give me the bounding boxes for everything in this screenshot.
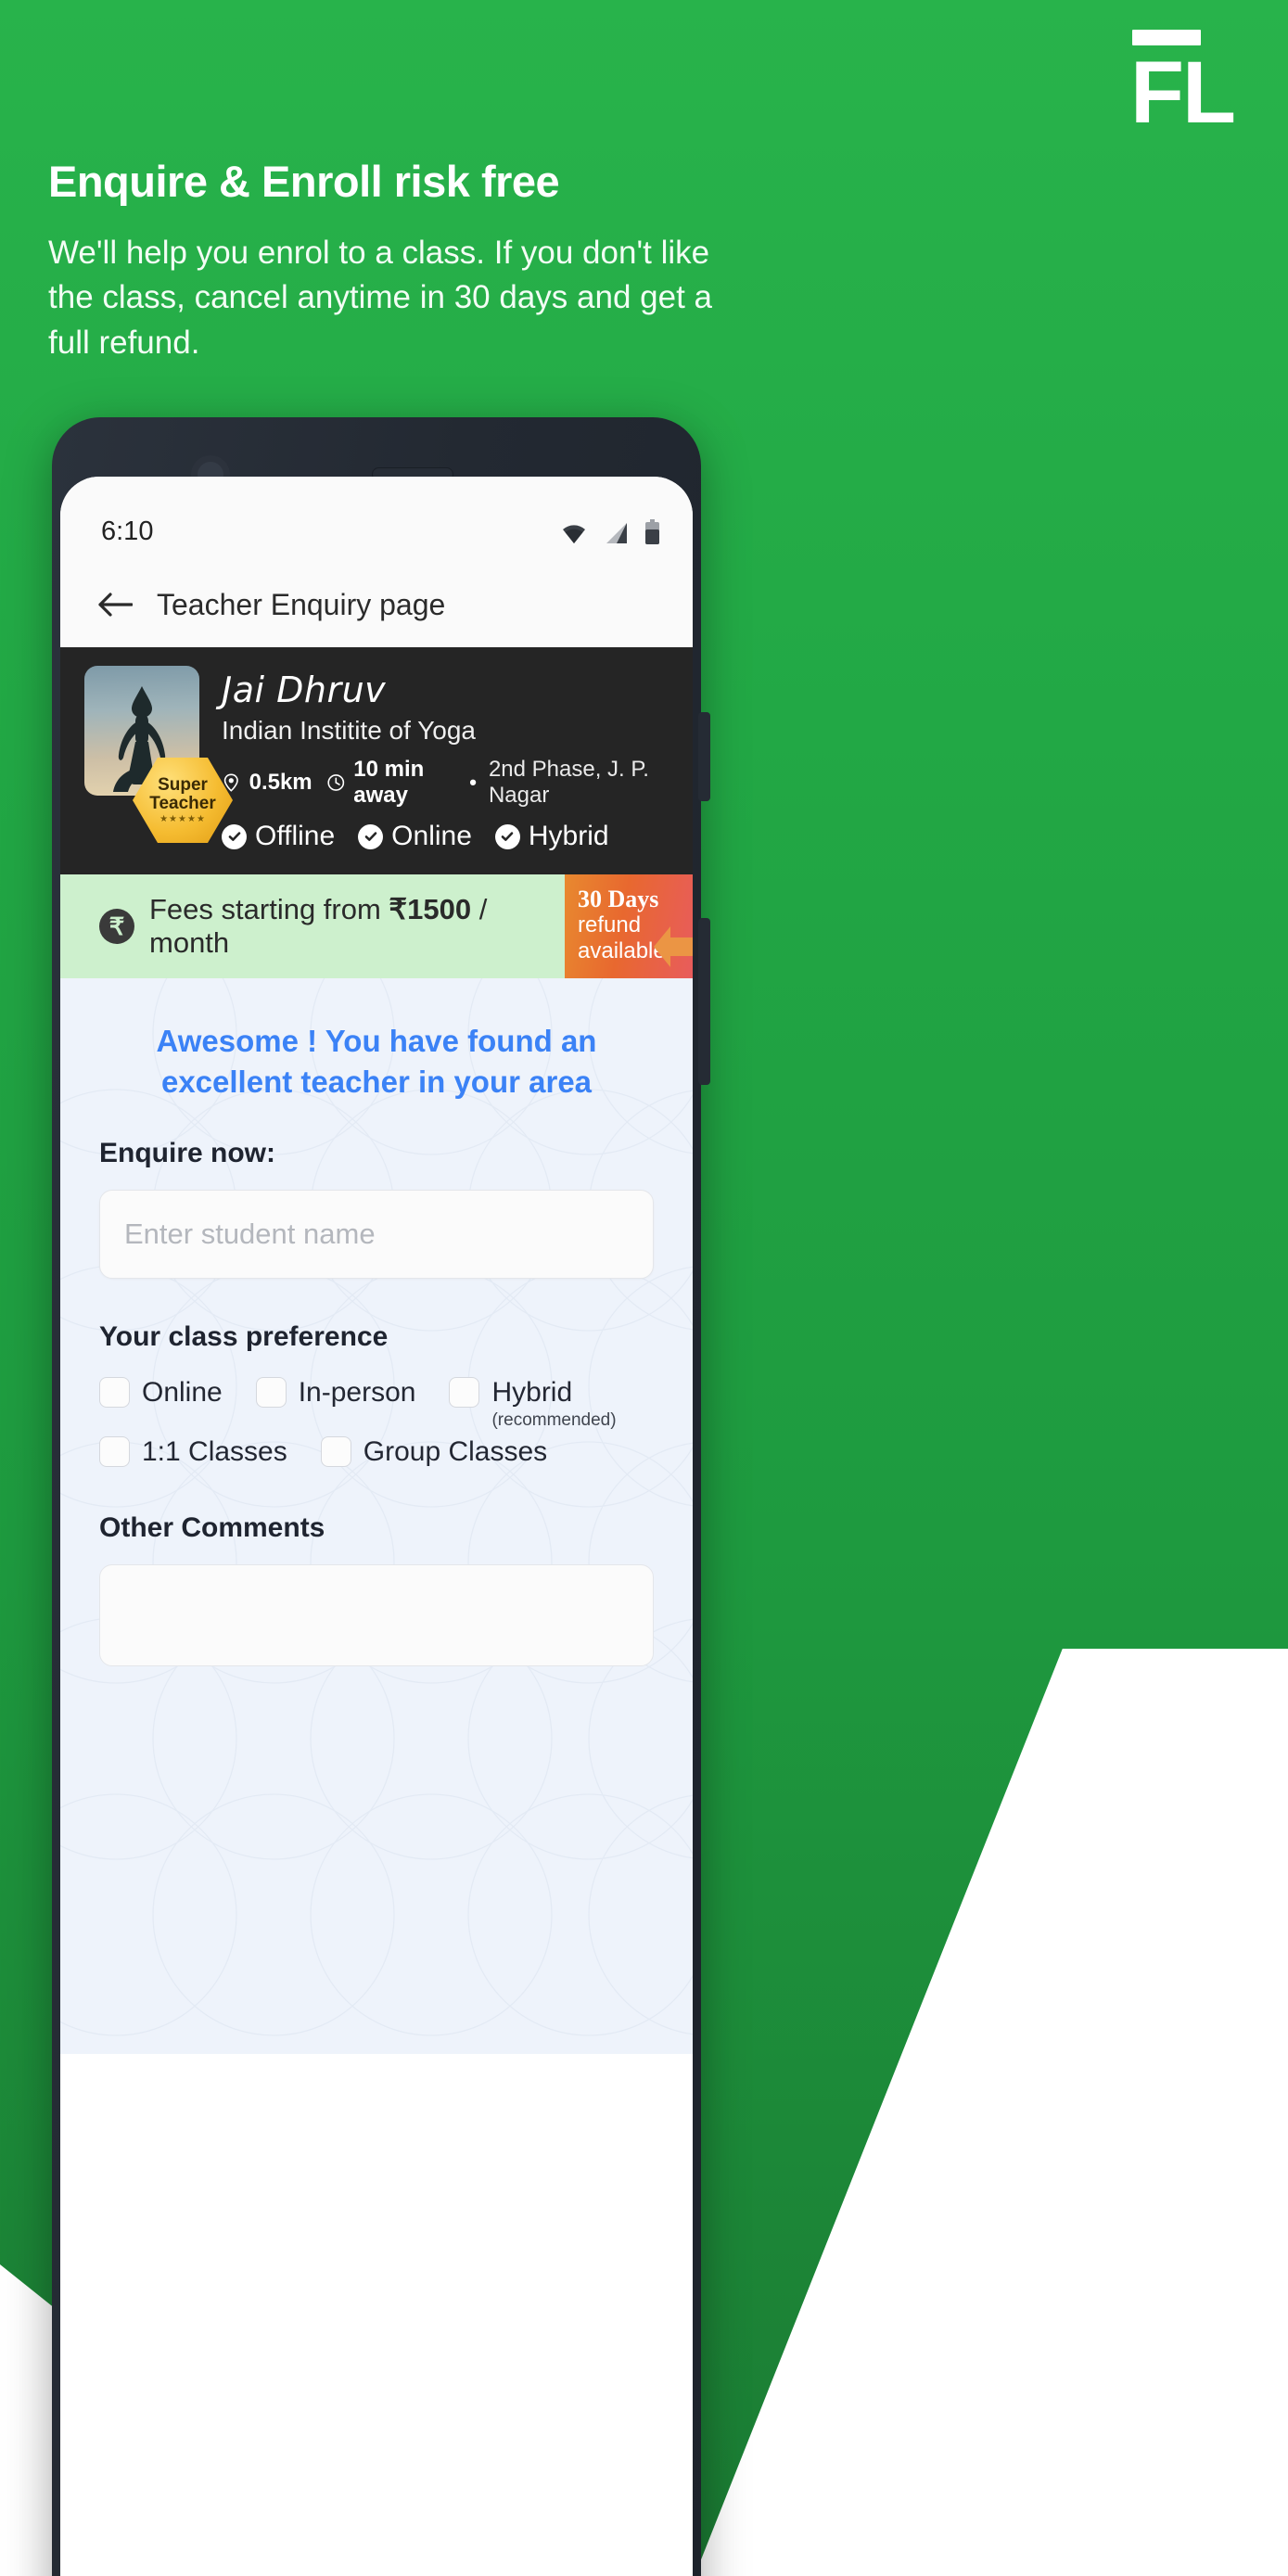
other-comments-label: Other Comments bbox=[99, 1511, 325, 1543]
refund-badge: 30 Days refund available bbox=[565, 874, 693, 978]
checkbox-box[interactable] bbox=[320, 1436, 351, 1468]
fees-amount: ₹1500 bbox=[389, 893, 472, 925]
mode-label: Offline bbox=[255, 821, 336, 851]
volume-button[interactable] bbox=[698, 918, 710, 1085]
badge-line-2: Teacher bbox=[149, 794, 216, 813]
checkbox-label: Hybrid bbox=[491, 1376, 573, 1408]
status-clock: 6:10 bbox=[101, 516, 154, 546]
student-name-placeholder: Enter student name bbox=[124, 1217, 376, 1250]
promo-subtitle: We'll help you enrol to a class. If you … bbox=[48, 235, 712, 361]
enquire-now-label: Enquire now: bbox=[99, 1137, 275, 1168]
teacher-address: 2nd Phase, J. P. Nagar bbox=[488, 757, 649, 808]
promo-title: Enquire & Enroll risk free bbox=[48, 157, 560, 206]
mode-label: Online bbox=[391, 821, 472, 851]
checkbox-group-classes[interactable]: Group Classes bbox=[320, 1435, 548, 1468]
preference-row-1: Online In-person Hybrid (recommended) bbox=[99, 1376, 654, 1430]
teacher-distance: 0.5km bbox=[249, 770, 312, 795]
brand-logo: FL bbox=[1129, 30, 1236, 142]
fees-prefix: Fees starting from bbox=[149, 893, 389, 925]
success-headline: Awesome ! You have found an excellent te… bbox=[156, 1024, 597, 1099]
avatar-wrap: Super Teacher ★★★★★ bbox=[84, 666, 233, 852]
checkbox-one-to-one[interactable]: 1:1 Classes bbox=[99, 1436, 287, 1468]
checkbox-label: Group Classes bbox=[363, 1435, 548, 1467]
back-arrow-icon[interactable] bbox=[97, 591, 133, 618]
promo-copy: Enquire & Enroll risk free We'll help yo… bbox=[48, 156, 716, 365]
preference-row-2: 1:1 Classes Group Classes bbox=[99, 1436, 654, 1468]
teacher-name: Jai Dhruv bbox=[222, 670, 387, 710]
teacher-card: Super Teacher ★★★★★ Jai Dhruv Indian Ins… bbox=[60, 647, 693, 874]
meta-separator: • bbox=[469, 771, 477, 794]
refund-line-1: 30 Days bbox=[578, 886, 659, 912]
class-preference-label: Your class preference bbox=[99, 1320, 389, 1352]
checkbox-label: 1:1 Classes bbox=[142, 1435, 287, 1467]
checkbox-note: (recommended) bbox=[491, 1409, 617, 1430]
other-comments-input[interactable] bbox=[99, 1563, 654, 1666]
badge-stars: ★★★★★ bbox=[159, 813, 206, 824]
phone-screen: 6:10 Teacher Enquiry page Super Teacher … bbox=[60, 477, 693, 2576]
checkbox-hybrid[interactable]: Hybrid (recommended) bbox=[449, 1376, 617, 1430]
check-circle-icon bbox=[358, 823, 384, 849]
enquiry-form: Awesome ! You have found an excellent te… bbox=[60, 978, 693, 2054]
badge-line-1: Super bbox=[158, 775, 208, 796]
checkbox-label: In-person bbox=[298, 1376, 416, 1408]
logo-letters: FL bbox=[1129, 44, 1236, 142]
mode-offline: Offline bbox=[222, 821, 335, 852]
super-teacher-badge: Super Teacher ★★★★★ bbox=[133, 755, 233, 846]
fees-banner: ₹ Fees starting from ₹1500 / month 30 Da… bbox=[60, 874, 693, 978]
phone-mockup: 6:10 Teacher Enquiry page Super Teacher … bbox=[52, 417, 710, 2576]
wifi-icon bbox=[563, 524, 585, 543]
checkbox-box[interactable] bbox=[255, 1377, 287, 1409]
checkbox-in-person[interactable]: In-person bbox=[255, 1376, 416, 1409]
status-icons bbox=[561, 518, 659, 544]
teacher-info: Jai Dhruv Indian Institite of Yoga 0.5km… bbox=[222, 666, 669, 852]
fees-text: Fees starting from ₹1500 / month bbox=[149, 893, 565, 960]
form-inner: Awesome ! You have found an excellent te… bbox=[60, 978, 693, 1666]
teacher-meta: 0.5km 10 min away • 2nd Phase, J. P. Nag… bbox=[222, 757, 669, 809]
rupee-icon: ₹ bbox=[99, 909, 134, 944]
teacher-travel-time: 10 min away bbox=[353, 757, 425, 808]
power-button[interactable] bbox=[698, 712, 710, 801]
page-title: Teacher Enquiry page bbox=[157, 587, 446, 621]
checkbox-online[interactable]: Online bbox=[99, 1377, 223, 1409]
teacher-organisation: Indian Institite of Yoga bbox=[222, 716, 476, 745]
check-circle-icon bbox=[494, 823, 520, 849]
arrow-left-icon bbox=[654, 926, 693, 967]
teacher-modes: Offline Online Hybrid bbox=[222, 821, 669, 852]
cellular-signal-icon bbox=[606, 522, 627, 543]
mode-online: Online bbox=[358, 821, 472, 852]
fees-left: ₹ Fees starting from ₹1500 / month bbox=[60, 874, 565, 978]
mode-label: Hybrid bbox=[528, 821, 609, 851]
app-bar: Teacher Enquiry page bbox=[60, 562, 693, 647]
mode-hybrid: Hybrid bbox=[494, 821, 609, 852]
clock-icon bbox=[327, 774, 344, 791]
status-bar: 6:10 bbox=[60, 477, 693, 562]
battery-icon bbox=[645, 518, 659, 544]
checkbox-box[interactable] bbox=[99, 1377, 130, 1409]
checkbox-box[interactable] bbox=[99, 1436, 130, 1468]
checkbox-box[interactable] bbox=[449, 1377, 480, 1409]
checkbox-label: Online bbox=[142, 1376, 223, 1408]
student-name-input[interactable]: Enter student name bbox=[99, 1189, 654, 1279]
